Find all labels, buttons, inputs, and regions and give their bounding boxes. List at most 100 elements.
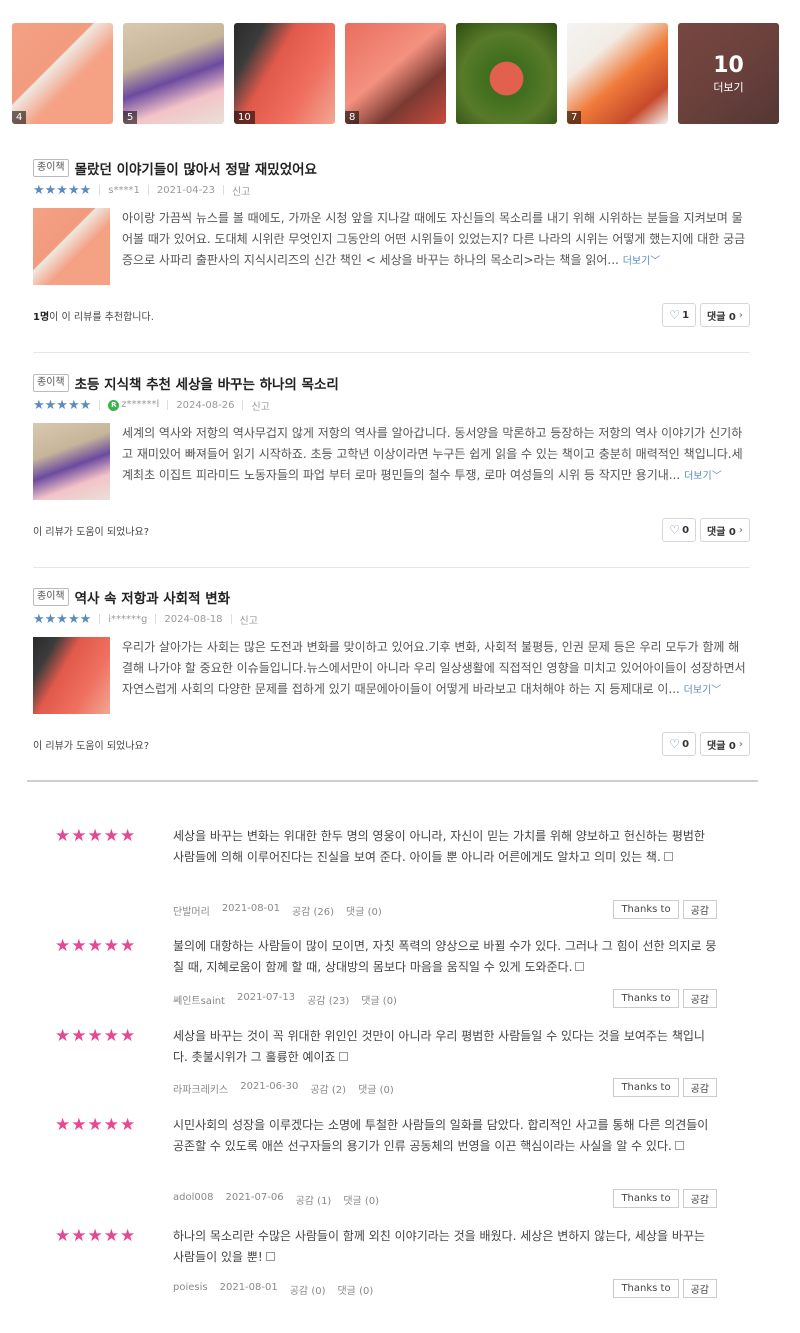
review-photo-thumbnail[interactable]: 7 <box>567 23 668 124</box>
format-badge: 종이책 <box>33 159 69 177</box>
format-badge: 종이책 <box>33 588 69 606</box>
short-review-text: 하나의 목소리란 수많은 사람들이 함께 외친 이야기라는 것을 배웠다. 세상… <box>173 1229 705 1264</box>
reviewer-id: Rz******l <box>108 399 159 411</box>
reviewer-grade-icon: R <box>108 399 120 411</box>
read-more-link[interactable]: 더보기﹀ <box>684 685 722 696</box>
read-more-link[interactable]: 더보기﹀ <box>623 256 661 267</box>
review-date: 2021-07-13 <box>236 992 296 1003</box>
report-link[interactable]: 신고 <box>232 183 250 198</box>
comment-button[interactable]: 댓글 0 › <box>700 518 750 542</box>
star-rating: ★★★★★ <box>55 1026 137 1046</box>
heart-icon: ♡ <box>669 737 681 751</box>
heart-icon: ♡ <box>669 308 681 322</box>
chevron-right-icon: › <box>738 309 743 321</box>
divider <box>33 567 750 568</box>
photo-count: 10 <box>234 111 255 124</box>
chevron-down-icon: ﹀ <box>711 471 722 482</box>
like-button[interactable]: ♡ 0 <box>662 732 697 756</box>
short-review-text: 불의에 대항하는 사람들이 많이 모이면, 자칫 폭력의 양상으로 바뀔 수가 … <box>173 939 717 974</box>
chevron-down-icon: ﹀ <box>711 685 722 696</box>
reviewer-name[interactable]: adol008 <box>173 1192 213 1207</box>
reviewer-name[interactable]: 라파크레키스 <box>173 1081 228 1096</box>
section-divider <box>27 780 758 782</box>
photo-count: 4 <box>12 111 27 124</box>
sympathy-button[interactable]: 공감 <box>682 1279 717 1298</box>
review-item: 종이책 몰랐던 이야기들이 많아서 정말 재밌었어요 ★★★★★ s****1 … <box>33 158 750 327</box>
short-review-text: 시민사회의 성장을 이루겠다는 소명에 투철한 사람들의 일화를 담았다. 합리… <box>173 1118 709 1153</box>
expand-icon[interactable] <box>674 1141 684 1150</box>
expand-icon[interactable] <box>663 852 673 861</box>
sympathy-count: 공감 (0) <box>289 1286 326 1297</box>
review-date: 2021-06-30 <box>240 1081 299 1092</box>
thanks-to-button[interactable]: Thanks to <box>613 1078 679 1097</box>
review-photo-thumbnail[interactable]: 4 <box>12 23 113 124</box>
review-photo-thumbnail[interactable]: 5 <box>123 23 224 124</box>
short-review-item: ★★★★★ 시민사회의 성장을 이루겠다는 소명에 투철한 사람들의 일화를 담… <box>55 1115 725 1215</box>
comment-count[interactable]: 댓글 (0) <box>361 992 397 1007</box>
short-review-item: ★★★★★ 불의에 대항하는 사람들이 많이 모이면, 자칫 폭력의 양상으로 … <box>55 936 725 1016</box>
thanks-to-button[interactable]: Thanks to <box>613 900 679 919</box>
star-rating: ★★★★★ <box>55 1226 137 1246</box>
review-title[interactable]: 역사 속 저항과 사회적 변화 <box>75 587 230 607</box>
review-item: 종이책 초등 지식책 추천 세상을 바꾸는 하나의 목소리 ★★★★★ Rz**… <box>33 373 750 542</box>
sympathy-count: 공감 (1) <box>295 1196 332 1207</box>
short-review-text: 세상을 바꾸는 변화는 위대한 한두 명의 영웅이 아니라, 자신이 믿는 가치… <box>173 829 705 864</box>
sympathy-count: 공감 (23) <box>307 996 350 1007</box>
review-text: 아이랑 가끔씩 뉴스를 볼 때에도, 가까운 시청 앞을 지나갈 때에도 자신들… <box>122 211 746 267</box>
comment-count[interactable]: 댓글 (0) <box>358 1081 394 1096</box>
comment-button[interactable]: 댓글 0 › <box>700 732 750 756</box>
like-button[interactable]: ♡ 1 <box>662 303 697 327</box>
reviewer-name[interactable]: poiesis <box>173 1282 208 1297</box>
photo-count: 7 <box>567 111 582 124</box>
review-date: 2024-08-18 <box>164 613 223 625</box>
short-review-text: 세상을 바꾸는 것이 꼭 위대한 위인인 것만이 아니라 우리 평범한 사람들일… <box>173 1029 705 1064</box>
comment-count[interactable]: 댓글 (0) <box>346 903 382 918</box>
review-text: 우리가 살아가는 사회는 많은 도전과 변화를 맞이하고 있어요.기후 변화, … <box>122 640 746 696</box>
sympathy-count: 공감 (26) <box>291 907 335 918</box>
review-title[interactable]: 초등 지식책 추천 세상을 바꾸는 하나의 목소리 <box>75 373 339 393</box>
expand-icon[interactable] <box>575 962 585 971</box>
review-photo-thumbnail[interactable]: 10 <box>234 23 335 124</box>
short-review-item: ★★★★★ 하나의 목소리란 수많은 사람들이 함께 외친 이야기라는 것을 배… <box>55 1226 725 1306</box>
more-photos-button[interactable]: 10 더보기 <box>678 23 779 124</box>
sympathy-count: 공감 (2) <box>310 1085 347 1096</box>
review-date: 2021-07-06 <box>225 1192 284 1203</box>
sympathy-button[interactable]: 공감 <box>682 900 717 919</box>
review-photo-thumbnail[interactable] <box>456 23 557 124</box>
helpful-question: 이 리뷰가 도움이 되었나요? <box>33 740 150 752</box>
report-link[interactable]: 신고 <box>251 398 269 413</box>
thanks-to-button[interactable]: Thanks to <box>613 1279 679 1298</box>
expand-icon[interactable] <box>338 1052 348 1061</box>
star-rating: ★★★★★ <box>33 182 92 198</box>
reviewer-name[interactable]: 쎄인트saint <box>173 992 225 1007</box>
recommend-text: 1명이 이 리뷰를 추천합니다. <box>33 311 154 323</box>
helpful-question: 이 리뷰가 도움이 되었나요? <box>33 526 150 538</box>
sympathy-button[interactable]: 공감 <box>682 989 717 1008</box>
review-image[interactable] <box>33 423 110 500</box>
expand-icon[interactable] <box>265 1252 275 1261</box>
heart-icon: ♡ <box>669 523 681 537</box>
comment-button[interactable]: 댓글 0 › <box>700 303 750 327</box>
thanks-to-button[interactable]: Thanks to <box>613 989 679 1008</box>
review-title[interactable]: 몰랐던 이야기들이 많아서 정말 재밌었어요 <box>75 158 317 178</box>
more-photos-count: 10 <box>713 52 744 78</box>
short-review-item: ★★★★★ 세상을 바꾸는 변화는 위대한 한두 명의 영웅이 아니라, 자신이… <box>55 826 725 926</box>
review-image[interactable] <box>33 208 110 285</box>
review-image[interactable] <box>33 637 110 714</box>
review-date: 2021-08-01 <box>219 1282 278 1293</box>
comment-count[interactable]: 댓글 (0) <box>343 1192 379 1207</box>
comment-count[interactable]: 댓글 (0) <box>337 1282 373 1297</box>
read-more-link[interactable]: 더보기﹀ <box>684 471 722 482</box>
like-button[interactable]: ♡ 0 <box>662 518 697 542</box>
thanks-to-button[interactable]: Thanks to <box>613 1189 679 1208</box>
chevron-down-icon: ﹀ <box>650 256 661 267</box>
review-photo-thumbnail[interactable]: 8 <box>345 23 446 124</box>
sympathy-button[interactable]: 공감 <box>682 1078 717 1097</box>
review-photo-strip: 4 5 10 8 7 10 더보기 <box>12 23 779 124</box>
report-link[interactable]: 신고 <box>240 612 258 627</box>
star-rating: ★★★★★ <box>55 826 137 846</box>
star-rating: ★★★★★ <box>55 1115 137 1135</box>
sympathy-button[interactable]: 공감 <box>682 1189 717 1208</box>
reviewer-name[interactable]: 단발머리 <box>173 903 210 918</box>
reviewer-id: s****1 <box>108 184 140 196</box>
